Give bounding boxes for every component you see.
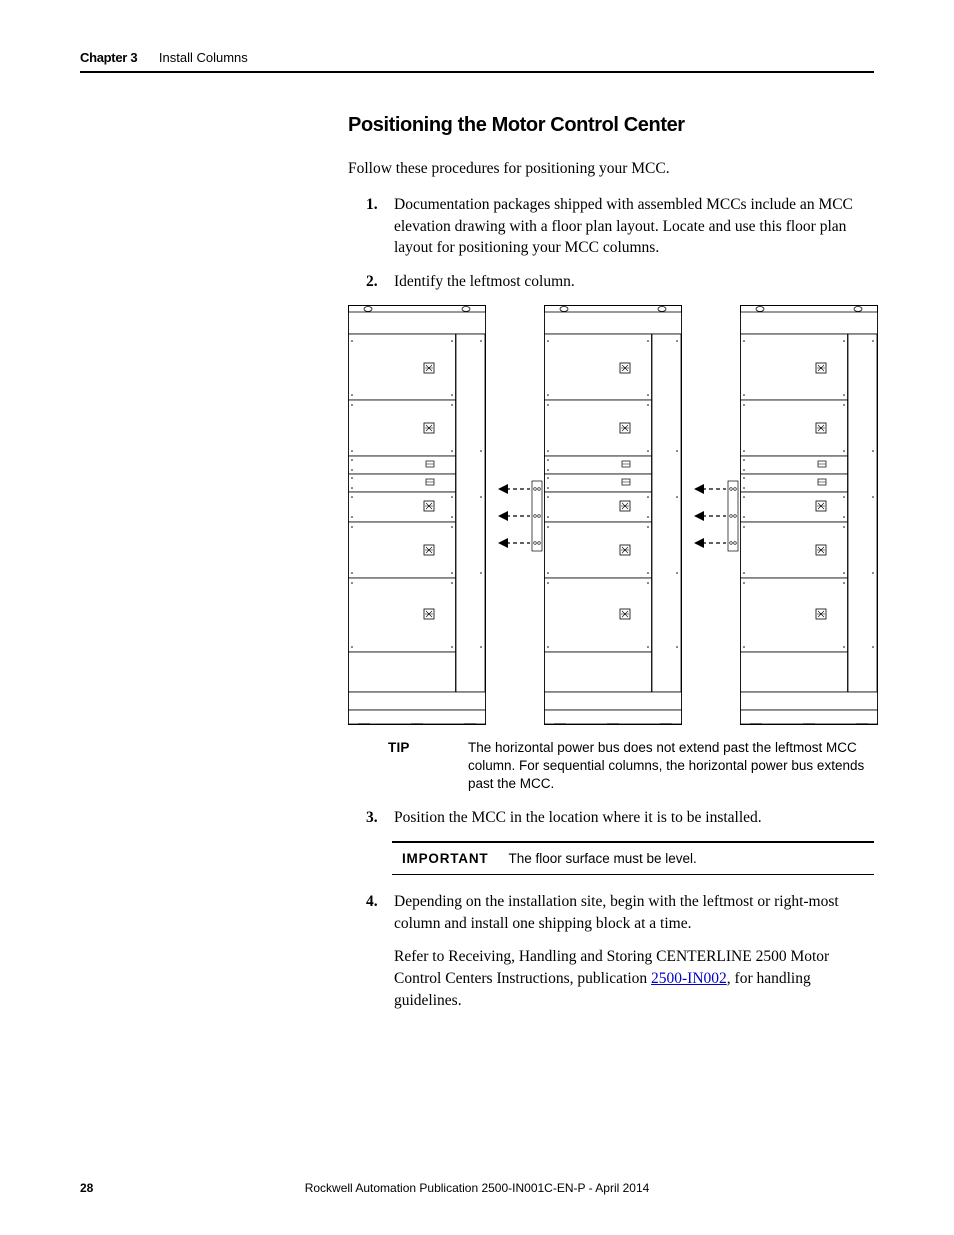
- content-area: Positioning the Motor Control Center Fol…: [348, 100, 874, 1023]
- important-label: IMPORTANT: [402, 851, 488, 866]
- step-text: Position the MCC in the location where i…: [394, 809, 762, 826]
- step-number: 3.: [366, 807, 378, 829]
- publication-link[interactable]: 2500-IN002: [651, 970, 727, 987]
- mcc-column-1: [348, 305, 486, 725]
- cabinet-drawing-icon: [544, 305, 682, 725]
- tip-text: The horizontal power bus does not extend…: [468, 739, 874, 794]
- step-number: 2.: [366, 271, 378, 293]
- section-heading: Positioning the Motor Control Center: [348, 114, 874, 137]
- publication-info: Rockwell Automation Publication 2500-IN0…: [80, 1181, 874, 1195]
- page-header: Chapter 3 Install Columns: [80, 50, 874, 73]
- tip-block: TIP The horizontal power bus does not ex…: [388, 739, 874, 794]
- step-2: 2. Identify the leftmost column.: [348, 271, 874, 293]
- mcc-column-3: [692, 305, 878, 725]
- bus-arrows-icon: [496, 305, 544, 725]
- page-footer: 28 Rockwell Automation Publication 2500-…: [80, 1181, 874, 1195]
- intro-paragraph: Follow these procedures for positioning …: [348, 159, 874, 180]
- step-4: 4. Depending on the installation site, b…: [348, 891, 874, 1011]
- step-text: Depending on the installation site, begi…: [394, 893, 839, 932]
- bus-arrows-icon: [692, 305, 740, 725]
- step-3: 3. Position the MCC in the location wher…: [348, 807, 874, 829]
- important-box: IMPORTANT The floor surface must be leve…: [392, 841, 874, 875]
- chapter-title: Install Columns: [159, 50, 248, 65]
- step-text: Documentation packages shipped with asse…: [394, 196, 853, 256]
- step-text: Identify the leftmost column.: [394, 273, 575, 290]
- step-1: 1. Documentation packages shipped with a…: [348, 194, 874, 259]
- cabinet-drawing-icon: [348, 305, 486, 725]
- tip-label: TIP: [388, 739, 468, 794]
- chapter-label: Chapter 3: [80, 50, 137, 65]
- important-text: The floor surface must be level.: [508, 851, 696, 866]
- cabinet-drawing-icon: [740, 305, 878, 725]
- mcc-column-2: [496, 305, 682, 725]
- mcc-columns-figure: [348, 305, 874, 725]
- step-number: 4.: [366, 891, 378, 913]
- reference-paragraph: Refer to Receiving, Handling and Storing…: [394, 946, 874, 1011]
- step-number: 1.: [366, 194, 378, 216]
